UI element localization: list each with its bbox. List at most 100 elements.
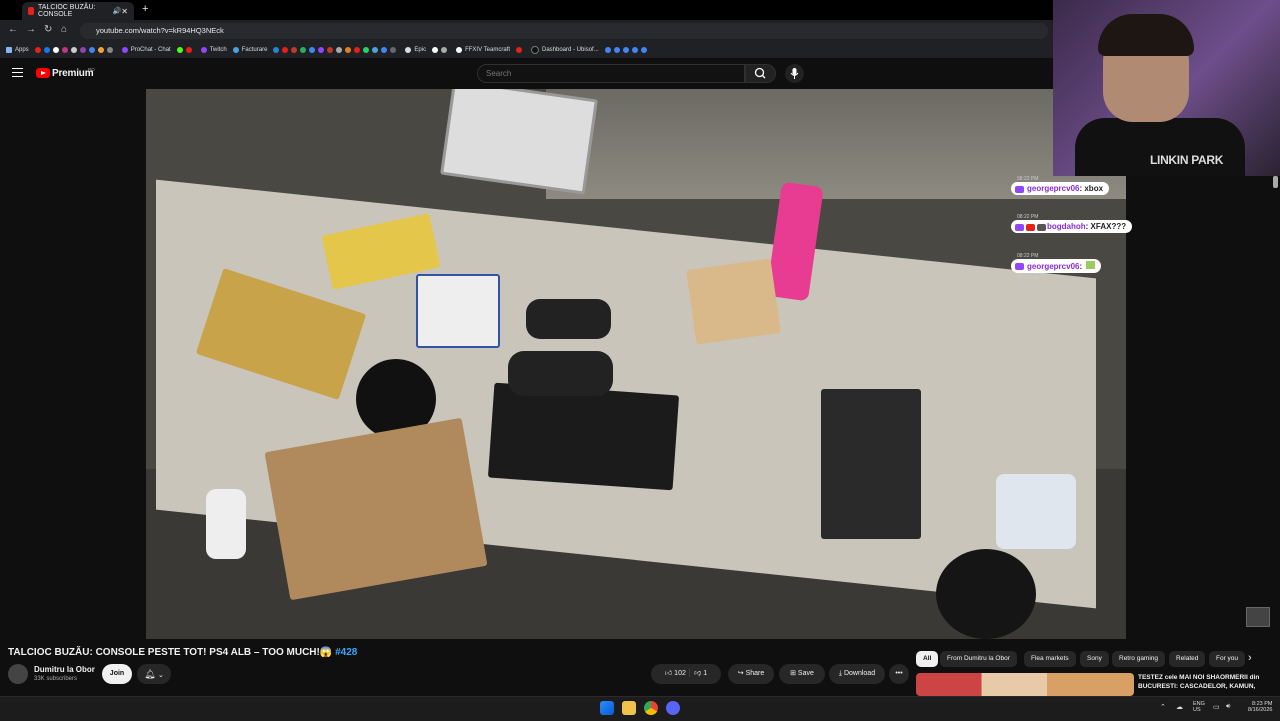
bookmark-epic[interactable]: Epic (405, 47, 426, 53)
forward-icon[interactable]: → (26, 24, 36, 35)
tab-title: TALCIOC BUZĂU: CONSOLE (38, 4, 96, 18)
language-indicator[interactable]: ENG US (1193, 701, 1205, 713)
bookmark-icons-3[interactable] (273, 47, 399, 53)
save-button[interactable]: ⊞ Save (779, 664, 825, 684)
dislike-button[interactable]: 👎︎ 1 (694, 670, 707, 677)
chip-for-you[interactable]: For you (1209, 651, 1245, 667)
video-cardboard-box (686, 258, 781, 345)
video-laptop (440, 89, 598, 195)
share-button[interactable]: ↪ Share (728, 664, 774, 684)
microphone-icon (790, 68, 799, 79)
tab-close-icon[interactable]: ✕ (121, 7, 128, 16)
back-icon[interactable]: ← (8, 24, 18, 35)
chat-text: : (1079, 262, 1085, 271)
file-explorer-icon[interactable] (622, 701, 636, 715)
related-video-thumbnail[interactable] (916, 673, 1134, 696)
channel-name[interactable]: Dumitru la Obor (34, 665, 95, 674)
bookmark-icons-6[interactable] (604, 47, 650, 53)
clock[interactable]: 8:23 PM 8/16/2026 (1248, 701, 1272, 713)
video-player[interactable] (146, 89, 1126, 639)
chips-next-icon[interactable]: › (1248, 652, 1252, 664)
chat-message: 08:22 PM georgeprcv06: 08:22 PM (1011, 253, 1102, 281)
chat-username: georgeprcv06 (1027, 262, 1080, 271)
channel-avatar[interactable] (8, 664, 28, 684)
download-button[interactable]: ⤓ Download (829, 664, 885, 684)
reload-icon[interactable]: ↻ (44, 24, 52, 35)
video-ps4-console (487, 382, 680, 491)
windows-taskbar (0, 696, 1280, 721)
search-button[interactable] (745, 64, 776, 83)
video-watch-box (416, 274, 500, 348)
bookmark-facturare[interactable]: Facturare (232, 47, 267, 53)
language-region: US (1193, 707, 1201, 713)
chip-flea-markets[interactable]: Flea markets (1024, 651, 1076, 667)
bookmark-icons-2[interactable] (176, 47, 195, 53)
chevron-down-icon: ⌄ (158, 672, 164, 679)
tray-cloud-icon[interactable]: ☁ (1176, 703, 1183, 711)
tab-audio-icon[interactable]: 🔊 (113, 7, 122, 15)
bookmark-ubisoft[interactable]: Dashboard - Ubisof... (531, 46, 599, 54)
video-sneaker (206, 489, 246, 559)
chip-related[interactable]: Related (1169, 651, 1206, 667)
windows-start-icon[interactable] (600, 701, 614, 715)
youtube-favicon-icon (28, 7, 35, 15)
bookmark-icons-4[interactable] (432, 47, 450, 53)
browser-tab-active[interactable]: TALCIOC BUZĂU: CONSOLE 🔊 ✕ (22, 2, 134, 20)
like-button[interactable]: 👍︎ 102 (665, 670, 686, 677)
save-icon: ⊞ (790, 670, 796, 677)
bookmark-icons[interactable] (34, 47, 116, 53)
bookmark-twitch[interactable]: Twitch (200, 47, 227, 53)
chip-retro-gaming[interactable]: Retro gaming (1112, 651, 1166, 667)
twitch-badge-icon (1015, 263, 1024, 270)
notifications-button[interactable]: 🔔︎ ⌄ (137, 664, 171, 684)
chrome-icon[interactable] (644, 701, 658, 715)
discord-icon[interactable] (666, 701, 680, 715)
thumbs-down-icon: 👎︎ (694, 670, 702, 677)
bookmark-prochat[interactable]: ProChat - Chat (121, 47, 171, 53)
new-tab-button[interactable]: + (142, 3, 148, 15)
monitor-icon[interactable]: ▭ (1213, 703, 1220, 711)
chat-timestamp-next: 08:22 PM (1017, 275, 1039, 281)
video-watermark (1246, 607, 1270, 627)
heart-badge-icon (1026, 224, 1035, 231)
verified-badge-icon (1037, 224, 1046, 231)
bookmark-apps[interactable]: Apps (6, 47, 29, 53)
chip-sony[interactable]: Sony (1080, 651, 1109, 667)
clock-date: 8/16/2026 (1248, 707, 1273, 713)
chat-text: : xbox (1079, 184, 1104, 193)
video-radio (821, 389, 921, 539)
webcam-shirt-text: LINKIN PARK (1150, 153, 1224, 167)
tray-chevron-icon[interactable]: ⌃ (1160, 703, 1166, 711)
video-controller-2 (508, 351, 613, 396)
home-icon[interactable]: ⌂ (61, 24, 67, 35)
volume-icon[interactable]: 🔊︎ (1226, 703, 1230, 711)
related-video-title[interactable]: TESTEZ cele MAI NOI SHAORMERII din BUCUR… (1138, 673, 1276, 691)
subscriber-count: 33K subscribers (34, 676, 78, 682)
url-text: youtube.com/watch?v=kR94HQ3NEck (96, 26, 224, 35)
page-scrollbar[interactable] (1273, 176, 1278, 188)
voice-search-button[interactable] (785, 64, 804, 83)
hamburger-menu-icon[interactable] (12, 68, 23, 77)
like-dislike-group: 👍︎ 102 │ 👎︎ 1 (651, 664, 721, 684)
chip-from-channel[interactable]: From Dumitru la Obor (940, 651, 1017, 667)
url-field[interactable]: youtube.com/watch?v=kR94HQ3NEck (80, 23, 1048, 39)
bookmarks-bar: Apps ProChat - Chat Twitch Facturare Epi… (0, 42, 1053, 59)
bookmark-ffxiv[interactable]: FFXIV Teamcraft (456, 47, 510, 53)
bookmark-icons-5[interactable] (516, 47, 525, 53)
chat-text: : XFAX??? (1085, 222, 1127, 231)
chat-message: 08:22 PM georgeprcv06: xbox (1011, 176, 1110, 195)
webcam-person-body (1075, 118, 1245, 176)
more-actions-button[interactable]: ••• (889, 664, 909, 684)
youtube-logo-icon[interactable] (36, 68, 50, 78)
chat-username: bogdahoh (1047, 222, 1086, 231)
region-code: RO (88, 67, 95, 72)
emote-icon (1086, 261, 1096, 269)
twitch-badge-icon (1015, 224, 1024, 231)
video-hashtag[interactable]: #428 (335, 647, 357, 658)
search-icon (754, 67, 766, 79)
share-icon: ↪ (737, 670, 744, 677)
chip-all[interactable]: All (916, 651, 939, 667)
join-button[interactable]: Join (102, 664, 132, 684)
video-speaker (996, 474, 1076, 549)
search-input[interactable] (477, 64, 745, 83)
